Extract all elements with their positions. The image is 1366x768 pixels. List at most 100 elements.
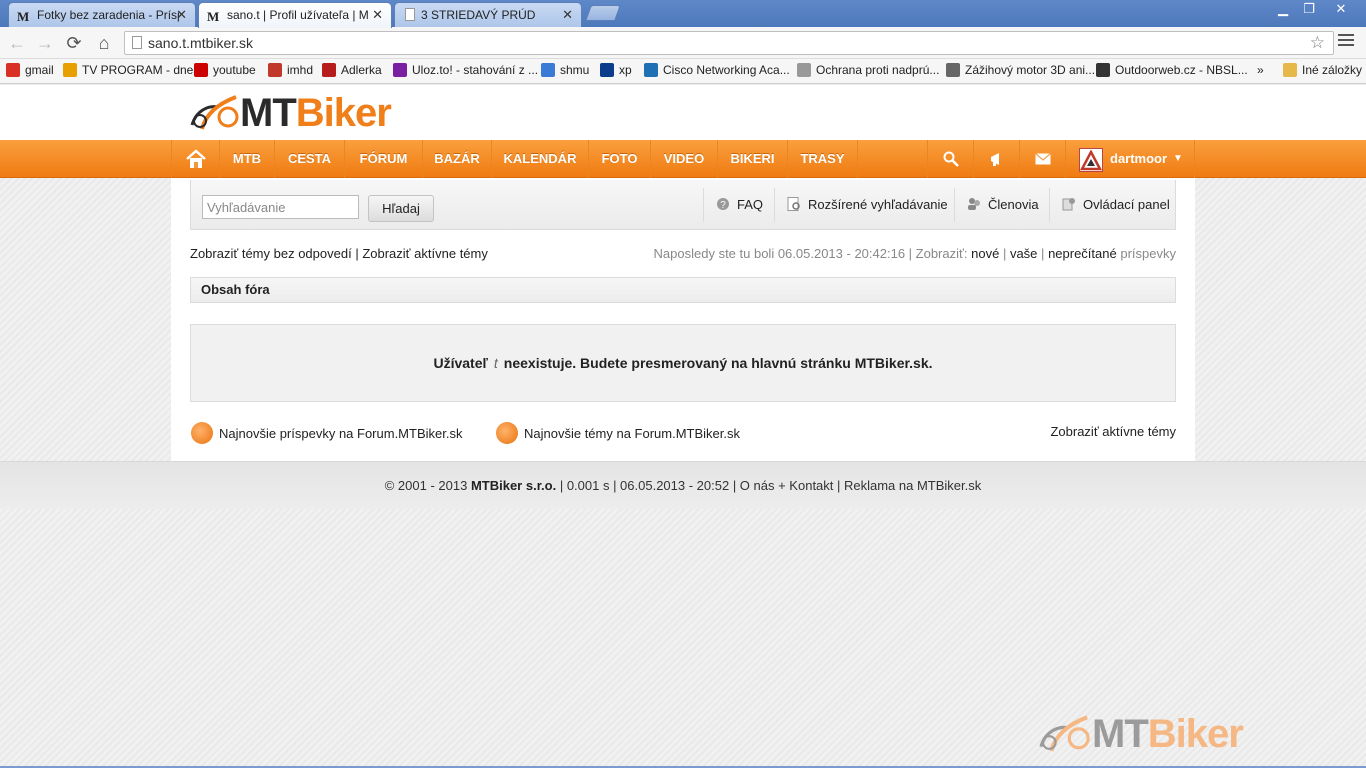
- forum-content-header: Obsah fóra: [190, 277, 1176, 303]
- close-tab-icon[interactable]: ✕: [562, 7, 573, 23]
- site-header: MTBiker: [0, 85, 1366, 140]
- browser-toolbar: ← → ⟳ ⌂ ☆: [0, 27, 1366, 59]
- bookmark-item[interactable]: Ochrana proti nadprú...: [797, 63, 939, 77]
- nav-bazar[interactable]: BAZÁR: [423, 140, 492, 178]
- bookmark-item[interactable]: Adlerka: [322, 63, 382, 77]
- nav-foto[interactable]: FOTO: [589, 140, 651, 178]
- bookmark-label: Adlerka: [341, 63, 382, 77]
- faq-link[interactable]: ? FAQ: [703, 188, 763, 222]
- user-menu[interactable]: dartmoor ▼: [1065, 140, 1195, 178]
- bookmark-item[interactable]: TV PROGRAM - dnes: [63, 63, 199, 77]
- nav-bikeri[interactable]: BIKERI: [718, 140, 788, 178]
- tab-title: 3 STRIEDAVÝ PRÚD: [421, 8, 536, 22]
- bookmark-item[interactable]: Iné záložky: [1283, 63, 1362, 77]
- tab-title: sano.t | Profil užívateľa | MTBiker: [227, 8, 369, 22]
- bookmark-item[interactable]: youtube: [194, 63, 256, 77]
- bookmark-label: youtube: [213, 63, 256, 77]
- browser-tab-profile[interactable]: Msano.t | Profil užívateľa | MTBiker ✕: [198, 2, 392, 28]
- users-icon: [968, 198, 980, 210]
- bookmark-item[interactable]: shmu: [541, 63, 589, 77]
- latest-topics-label: Najnovšie témy na Forum.MTBiker.sk: [524, 426, 741, 441]
- bookmark-item[interactable]: Zážihový motor 3D ani...: [946, 63, 1095, 77]
- logo-mt: MT: [240, 91, 297, 135]
- advanced-search-link[interactable]: Rozšírené vyhľadávanie: [774, 188, 948, 222]
- nav-cesta[interactable]: CESTA: [275, 140, 345, 178]
- nav-video[interactable]: VIDEO: [651, 140, 718, 178]
- nav-notifications-button[interactable]: [973, 140, 1019, 178]
- members-link[interactable]: Členovia: [954, 188, 1039, 222]
- your-posts-link[interactable]: vaše: [1010, 246, 1037, 261]
- bookmark-label: Zážihový motor 3D ani...: [965, 63, 1096, 77]
- nav-search-button[interactable]: [927, 140, 973, 178]
- url-input[interactable]: [148, 34, 1298, 52]
- bookmark-favicon-icon: [194, 63, 208, 77]
- search-bar: Hľadaj ? FAQ Rozšírené vyhľadávanie Členo…: [190, 180, 1176, 230]
- bookmark-favicon-icon: [600, 63, 614, 77]
- unread-posts-link[interactable]: neprečítané: [1048, 246, 1117, 261]
- posts-label: príspevky: [1120, 246, 1176, 261]
- site-footer: © 2001 - 2013 MTBiker s.r.o. | 0.001 s |…: [0, 461, 1366, 509]
- nav-home[interactable]: [171, 140, 220, 178]
- active-topics-link[interactable]: Zobraziť aktívne témy: [362, 246, 488, 261]
- reload-icon[interactable]: ⟳: [63, 32, 85, 54]
- bookmarks-bar: gmail TV PROGRAM - dnes youtube imhd Adlerka…: [0, 59, 1366, 84]
- bookmark-item[interactable]: Outdoorweb.cz - NBSL...: [1096, 63, 1248, 77]
- new-posts-link[interactable]: nové: [971, 246, 999, 261]
- back-arrow-icon[interactable]: ←: [6, 32, 28, 54]
- chrome-menu-icon[interactable]: [1338, 34, 1354, 52]
- more-bookmarks-chevron[interactable]: »: [1257, 63, 1264, 77]
- watermark-biker: Biker: [1147, 712, 1244, 756]
- tab-title: Fotky bez zaradenia - Príspevky: [37, 8, 179, 22]
- mtbiker-logo[interactable]: MTBiker: [188, 91, 392, 135]
- address-bar[interactable]: ☆: [124, 31, 1334, 55]
- forward-arrow-icon[interactable]: →: [34, 32, 56, 54]
- new-tab-button[interactable]: [585, 5, 621, 21]
- help-icon: ?: [717, 198, 729, 211]
- nav-kalendar[interactable]: KALENDÁR: [492, 140, 589, 178]
- bookmark-item[interactable]: Uloz.to! - stahování z ...: [393, 63, 538, 77]
- avatar: [1079, 148, 1103, 172]
- nav-forum[interactable]: FÓRUM: [345, 140, 423, 178]
- bookmark-label: gmail: [25, 63, 54, 77]
- nav-mtb[interactable]: MTB: [220, 140, 275, 178]
- active-topics-bottom-link[interactable]: Zobraziť aktívne témy: [1050, 424, 1176, 439]
- unanswered-topics-link[interactable]: Zobraziť témy bez odpovedí: [190, 246, 352, 261]
- control-panel-link[interactable]: Ovládací panel: [1049, 188, 1170, 222]
- search-input[interactable]: [202, 195, 359, 219]
- footer-links[interactable]: | 0.001 s | 06.05.2013 - 20:52 | O nás +…: [560, 478, 981, 493]
- bookmark-favicon-icon: [393, 63, 407, 77]
- browser-tab-striedavy[interactable]: 3 STRIEDAVÝ PRÚD ✕: [394, 2, 582, 27]
- latest-topics-feed-link[interactable]: Najnovšie témy na Forum.MTBiker.sk: [496, 422, 740, 444]
- bookmark-item[interactable]: xp: [600, 63, 632, 77]
- redirect-message: Užívateľ t neexistuje. Budete presmerovaný…: [190, 324, 1176, 402]
- nav-messages-button[interactable]: [1019, 140, 1065, 178]
- nav-trasy[interactable]: TRASY: [788, 140, 858, 178]
- close-window-icon[interactable]: ✕: [1326, 0, 1356, 18]
- bookmark-label: imhd: [287, 63, 314, 77]
- chevron-down-icon: ▼: [1173, 153, 1183, 164]
- search-button[interactable]: Hľadaj: [368, 195, 434, 222]
- latest-posts-feed-link[interactable]: Najnovšie príspevky na Forum.MTBiker.sk: [191, 422, 462, 444]
- footer-company: MTBiker s.r.o.: [470, 478, 557, 493]
- bookmark-favicon-icon: [322, 63, 336, 77]
- watermark-mt: MT: [1092, 712, 1149, 756]
- minimize-icon[interactable]: ▁: [1270, 0, 1296, 18]
- bookmark-item[interactable]: gmail: [6, 63, 54, 77]
- home-icon[interactable]: ⌂: [93, 32, 115, 54]
- bookmark-label: Iné záložky: [1302, 63, 1363, 77]
- members-label: Členovia: [988, 197, 1039, 212]
- topic-links: Zobraziť témy bez odpovedí | Zobraziť ak…: [190, 246, 488, 261]
- bookmark-item[interactable]: Cisco Networking Aca...: [644, 63, 790, 77]
- bookmark-favicon-icon: [541, 63, 555, 77]
- bookmark-label: TV PROGRAM - dnes: [82, 63, 200, 77]
- visit-info: Naposledy ste tu boli 06.05.2013 - 20:42…: [654, 246, 1176, 261]
- close-tab-icon[interactable]: ✕: [372, 7, 383, 23]
- close-tab-icon[interactable]: ✕: [176, 7, 187, 23]
- restore-icon[interactable]: ❐: [1296, 0, 1322, 18]
- bookmark-favicon-icon: [6, 63, 20, 77]
- last-visit-text: Naposledy ste tu boli 06.05.2013 - 20:42…: [653, 246, 968, 261]
- browser-tab-fotky[interactable]: M Fotky bez zaradenia - Príspevky ✕: [8, 2, 196, 27]
- bookmark-item[interactable]: imhd: [268, 63, 313, 77]
- bookmark-star-icon[interactable]: ☆: [1310, 33, 1325, 53]
- folder-icon: [1283, 63, 1297, 77]
